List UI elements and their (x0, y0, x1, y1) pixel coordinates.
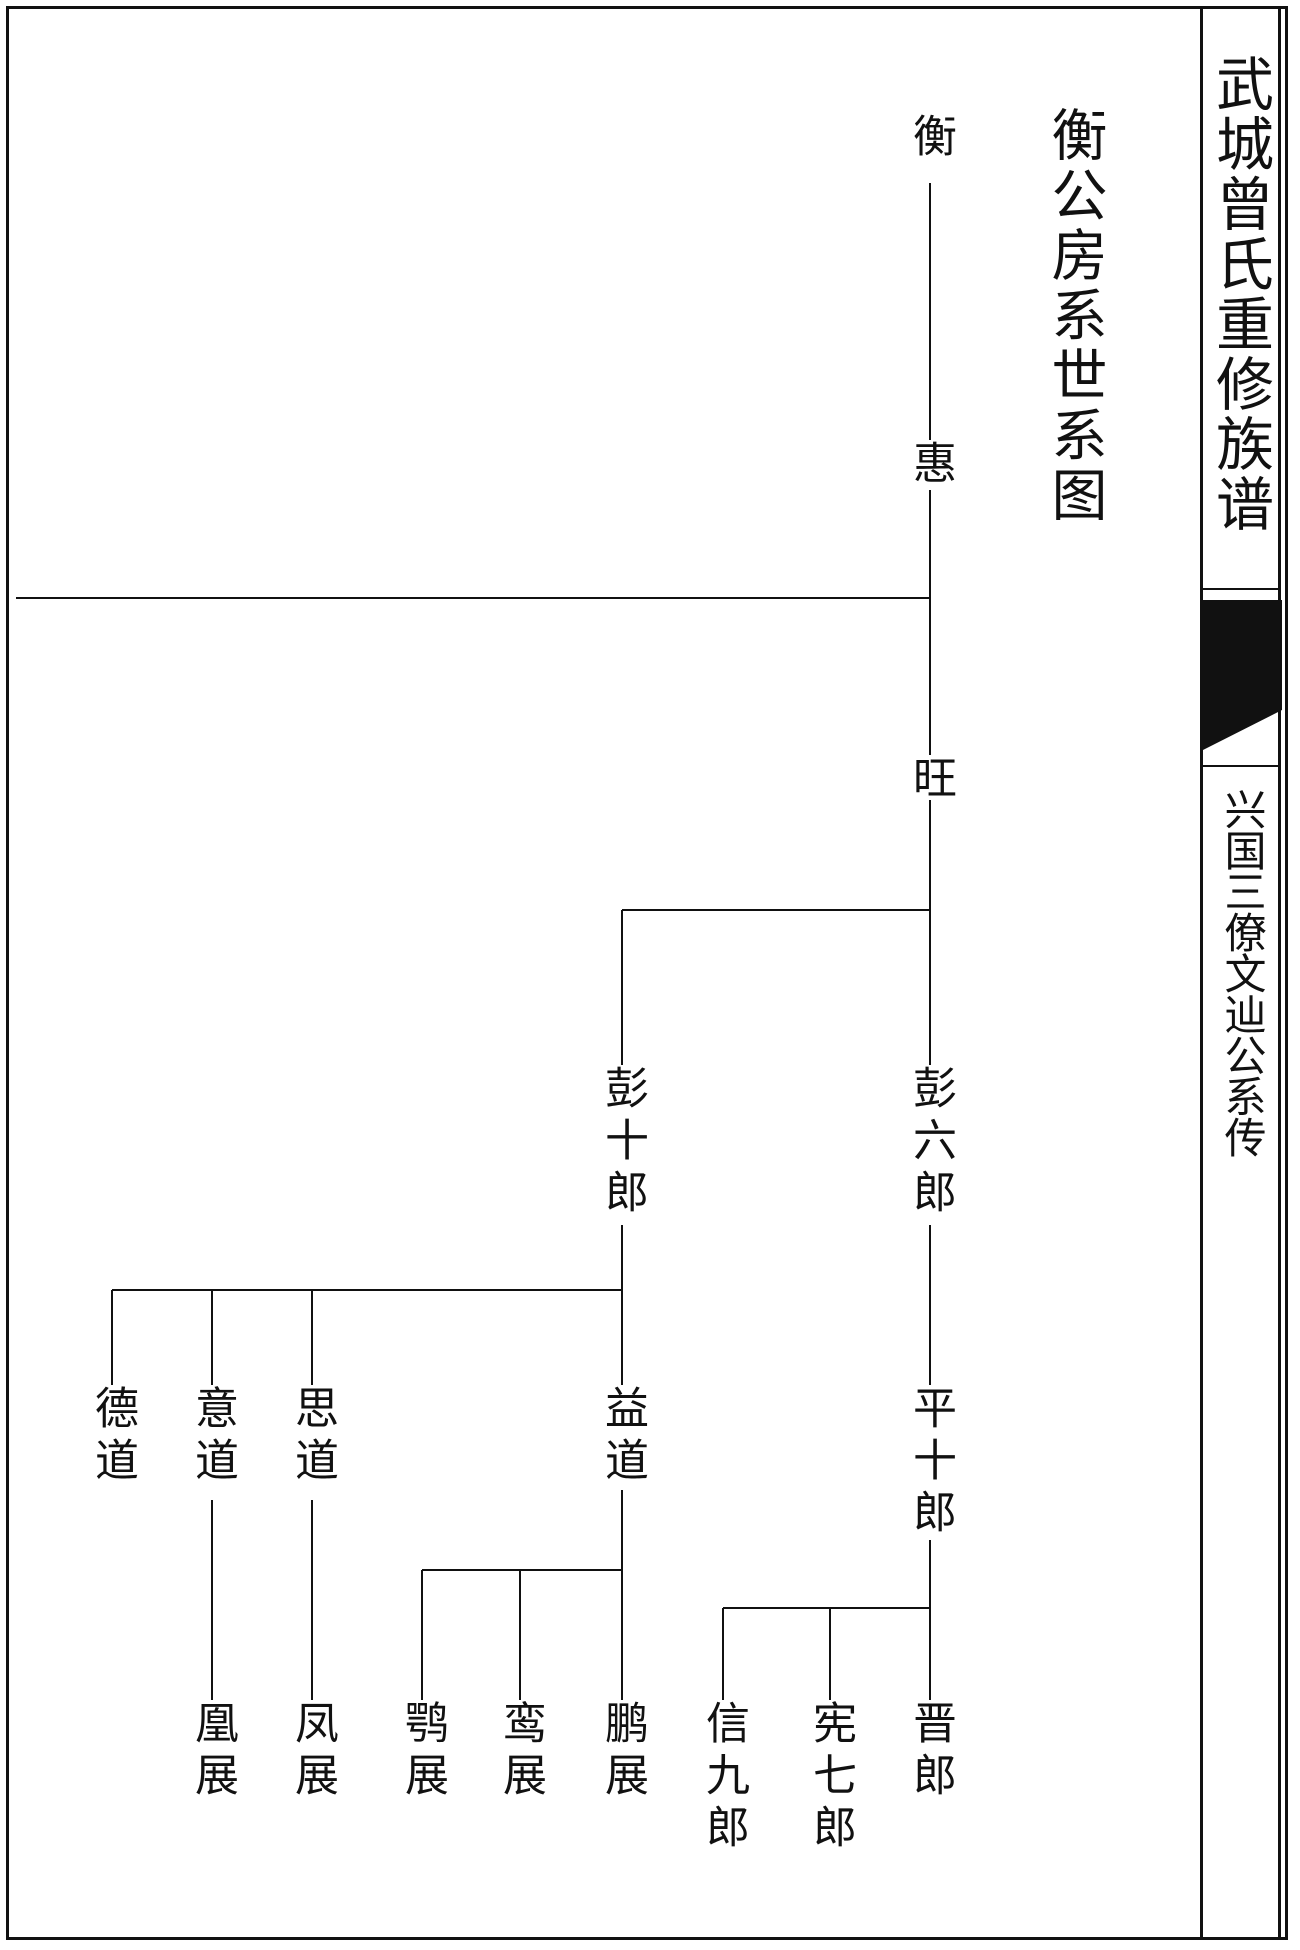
person-xian7: 宪七郎 (805, 1700, 856, 1856)
person-hui: 惠 (905, 440, 956, 492)
person-peng10: 彭十郎 (597, 1065, 648, 1221)
person-luanzhan: 鸾展 (495, 1700, 546, 1804)
person-pengzhan: 鹏展 (597, 1700, 648, 1804)
person-sidao: 思道 (287, 1385, 338, 1489)
person-dedao: 德道 (87, 1385, 138, 1489)
genealogy-lines (16, 183, 931, 1700)
person-yidao2: 意道 (187, 1385, 238, 1489)
person-xin9: 信九郎 (698, 1700, 749, 1856)
person-ezhan: 鹗展 (397, 1700, 448, 1804)
person-fengzhan: 凤展 (287, 1700, 338, 1804)
person-ping10: 平十郎 (905, 1385, 956, 1541)
person-huangzhan: 凰展 (187, 1700, 238, 1804)
person-peng6: 彭六郎 (905, 1065, 956, 1221)
person-jinlang: 晋郎 (905, 1700, 956, 1804)
person-wang: 旺 (905, 755, 956, 807)
person-heng: 衡 (905, 113, 956, 165)
person-yidao: 益道 (597, 1385, 648, 1489)
